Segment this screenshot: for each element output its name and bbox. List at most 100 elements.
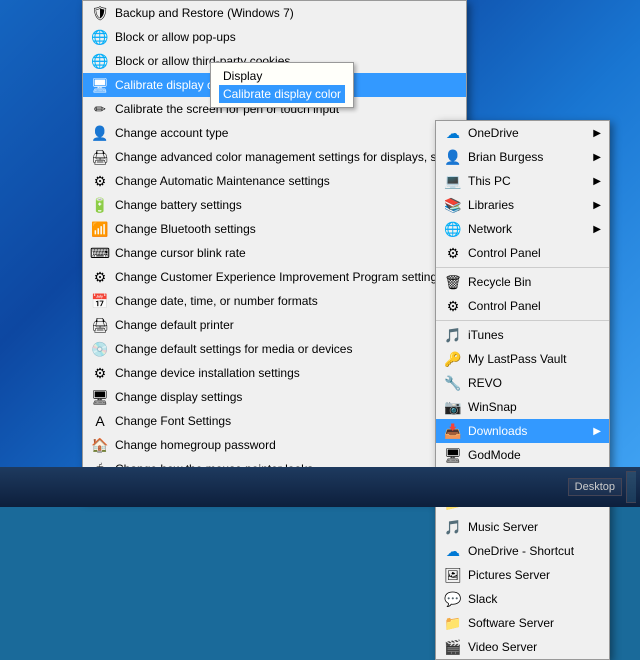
right-menu-item-icon: 💬 <box>444 590 462 608</box>
right-menu-item-icon: 🖼 <box>444 566 462 584</box>
taskbar: Desktop <box>0 467 640 507</box>
menu-item-icon: 🖨 <box>91 316 109 334</box>
menu-item-label: Change account type <box>115 126 228 140</box>
right-menu-item[interactable]: 🖥 GodMode <box>436 443 609 467</box>
menu-item-label: Change device installation settings <box>115 366 300 380</box>
menu-separator <box>436 267 609 268</box>
right-menu-item[interactable]: 📚 Libraries ▶ <box>436 193 609 217</box>
right-menu-item-label: My LastPass Vault <box>468 352 566 366</box>
menu-item-icon: ⚙ <box>91 172 109 190</box>
right-menu-item-label: Pictures Server <box>468 568 550 582</box>
right-menu-item-icon: 📚 <box>444 196 462 214</box>
right-menu-item-label: Brian Burgess <box>468 150 543 164</box>
left-menu-item[interactable]: 🖥 Change display settings <box>83 385 466 409</box>
right-menu-item[interactable]: ☁OneDrive▶ <box>436 121 609 145</box>
right-menu-item[interactable]: 🔑My LastPass Vault <box>436 347 609 371</box>
submenu-arrow-icon: ▶ <box>593 224 601 235</box>
right-menu-item-label: Music Server <box>468 520 538 534</box>
submenu-arrow-icon: ▶ <box>593 200 601 211</box>
right-menu-item-icon: ☁ <box>444 124 462 142</box>
left-menu-item[interactable]: 🌐 Block or allow pop-ups <box>83 25 466 49</box>
menu-item-label: Change Bluetooth settings <box>115 222 256 236</box>
menu-item-icon: ⌨ <box>91 244 109 262</box>
right-menu-item-icon: 🎵 <box>444 518 462 536</box>
left-menu-item[interactable]: 💿 Change default settings for media or de… <box>83 337 466 361</box>
menu-item-icon: ⚙ <box>91 268 109 286</box>
right-menu-item-icon: 📁 <box>444 614 462 632</box>
left-menu-item[interactable]: 🖨Change advanced color management settin… <box>83 145 466 169</box>
menu-item-label: Change cursor blink rate <box>115 246 246 260</box>
right-menu-item[interactable]: 🎬 Video Server <box>436 635 609 659</box>
submenu-arrow-icon: ▶ <box>593 426 601 437</box>
menu-item-label: Change battery settings <box>115 198 242 212</box>
right-menu-item-label: Control Panel <box>468 299 541 313</box>
tooltip-item-calibrate[interactable]: Calibrate display color <box>219 85 345 103</box>
menu-item-icon: 🖥 <box>91 388 109 406</box>
right-menu-item-icon: ☁ <box>444 542 462 560</box>
right-menu-item-label: WinSnap <box>468 400 517 414</box>
left-menu-item[interactable]: ⚙Change device installation settings <box>83 361 466 385</box>
right-menu-item[interactable]: 💬 Slack <box>436 587 609 611</box>
menu-item-icon: 🌐 <box>91 28 109 46</box>
right-menu-item-label: GodMode <box>468 448 521 462</box>
right-menu-item-label: Video Server <box>468 640 537 654</box>
menu-item-icon: 🏠 <box>91 436 109 454</box>
show-desktop-button[interactable] <box>626 471 636 503</box>
desktop-label: Desktop <box>568 478 622 496</box>
left-menu-item[interactable]: ⚙ Change Automatic Maintenance settings <box>83 169 466 193</box>
left-menu-item[interactable]: AChange Font Settings <box>83 409 466 433</box>
menu-item-label: Change default settings for media or dev… <box>115 342 352 356</box>
right-menu-item-label: REVO <box>468 376 502 390</box>
right-menu-item-icon: 🌐 <box>444 220 462 238</box>
menu-item-label: Change Automatic Maintenance settings <box>115 174 330 188</box>
right-menu-item-label: This PC <box>468 174 511 188</box>
right-menu-item-icon: 💻 <box>444 172 462 190</box>
right-menu-item-label: Control Panel <box>468 246 541 260</box>
left-menu-item[interactable]: 🏠Change homegroup password <box>83 433 466 457</box>
right-menu-item[interactable]: 📥 Downloads ▶ <box>436 419 609 443</box>
menu-item-icon: 📅 <box>91 292 109 310</box>
menu-item-icon: 🛡 <box>91 4 109 22</box>
left-menu-item[interactable]: ⌨ Change cursor blink rate <box>83 241 466 265</box>
menu-item-label: Change default printer <box>115 318 234 332</box>
menu-item-label: Change display settings <box>115 390 242 404</box>
right-menu-item-label: Recycle Bin <box>468 275 531 289</box>
right-menu-item[interactable]: 🗑Recycle Bin <box>436 270 609 294</box>
right-menu-item[interactable]: ⚙Control Panel <box>436 241 609 265</box>
menu-item-label: Block or allow pop-ups <box>115 30 236 44</box>
right-menu-item-label: Downloads <box>468 424 527 438</box>
right-menu-item-label: iTunes <box>468 328 504 342</box>
right-menu-item[interactable]: 🔧REVO <box>436 371 609 395</box>
menu-item-label: Change advanced color management setting… <box>115 150 467 164</box>
right-menu-item[interactable]: 🌐Network▶ <box>436 217 609 241</box>
right-menu-item-label: Slack <box>468 592 497 606</box>
left-menu-item[interactable]: 👤Change account type <box>83 121 466 145</box>
right-menu-item[interactable]: 👤Brian Burgess▶ <box>436 145 609 169</box>
desktop: 🛡Backup and Restore (Windows 7) 🌐 Block or… <box>0 0 640 507</box>
tooltip-item-display[interactable]: Display <box>219 67 345 85</box>
right-menu-item[interactable]: ☁OneDrive - Shortcut <box>436 539 609 563</box>
menu-item-icon: 🔋 <box>91 196 109 214</box>
left-menu-item[interactable]: 📶 Change Bluetooth settings <box>83 217 466 241</box>
right-menu-item[interactable]: 📷WinSnap <box>436 395 609 419</box>
right-menu-item[interactable]: 🎵iTunes <box>436 323 609 347</box>
left-menu-item[interactable]: 🛡Backup and Restore (Windows 7) <box>83 1 466 25</box>
left-menu-item[interactable]: 🔋 Change battery settings <box>83 193 466 217</box>
right-menu-item-icon: 🖥 <box>444 446 462 464</box>
right-menu-item-icon: 👤 <box>444 148 462 166</box>
right-menu-item[interactable]: 📁Software Server <box>436 611 609 635</box>
menu-item-icon: 📶 <box>91 220 109 238</box>
right-menu-item[interactable]: 🎵 Music Server <box>436 515 609 539</box>
menu-item-label: Change date, time, or number formats <box>115 294 318 308</box>
right-menu-item[interactable]: 💻This PC▶ <box>436 169 609 193</box>
right-menu-item-label: Libraries <box>468 198 514 212</box>
left-menu-item[interactable]: 📅 Change date, time, or number formats <box>83 289 466 313</box>
left-menu-item[interactable]: ⚙ Change Customer Experience Improvement … <box>83 265 466 289</box>
right-menu-item[interactable]: ⚙Control Panel <box>436 294 609 318</box>
menu-item-icon: 💿 <box>91 340 109 358</box>
right-menu-item-icon: 🎬 <box>444 638 462 656</box>
left-menu-item[interactable]: 🖨 Change default printer <box>83 313 466 337</box>
right-menu-item[interactable]: 🖼 Pictures Server <box>436 563 609 587</box>
menu-item-label: Change Customer Experience Improvement P… <box>115 270 443 284</box>
right-menu-item-icon: 📥 <box>444 422 462 440</box>
